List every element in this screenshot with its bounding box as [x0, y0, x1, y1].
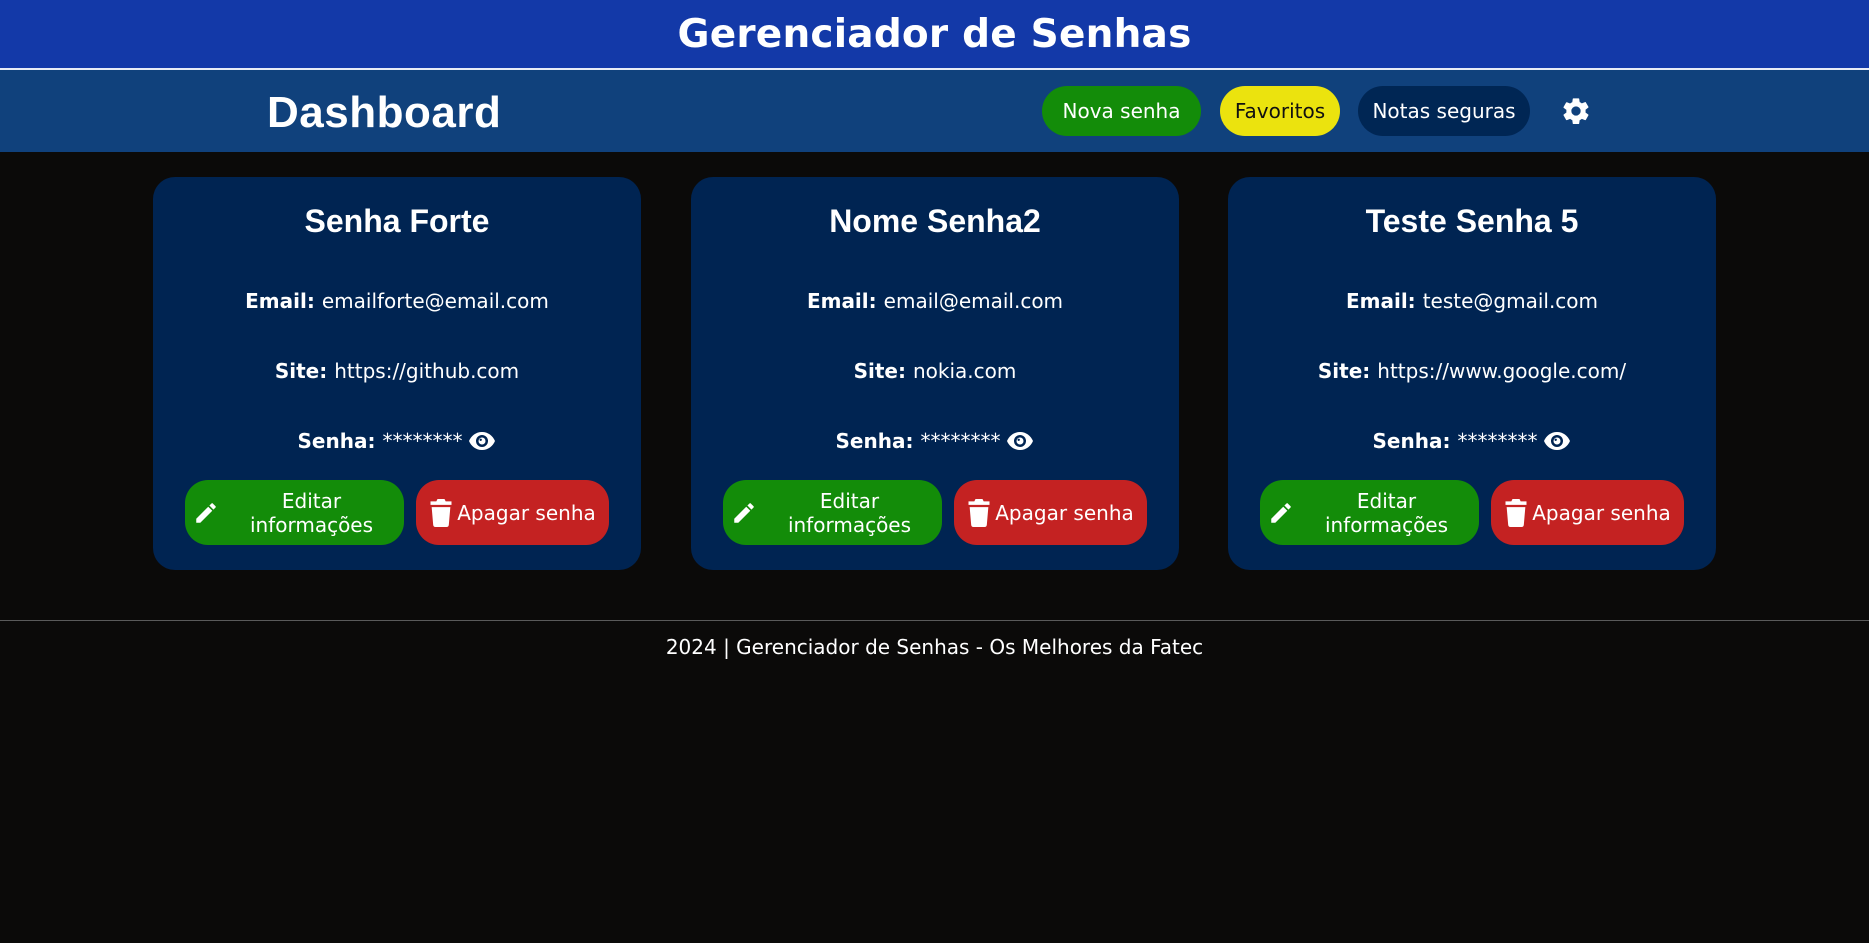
edit-button[interactable]: Editar informações — [723, 480, 942, 545]
edit-button-label: Editar informações — [1324, 488, 1449, 537]
card-title: Teste Senha 5 — [1365, 203, 1579, 239]
trash-icon — [1505, 498, 1527, 527]
email-row: Email: email@email.com — [691, 289, 1179, 313]
site-label: Site: — [853, 359, 906, 383]
delete-button[interactable]: Apagar senha — [416, 480, 609, 545]
pencil-icon — [196, 502, 216, 523]
card-title: Nome Senha2 — [829, 203, 1041, 239]
senha-label: Senha: — [297, 429, 376, 453]
footer-text: 2024 | Gerenciador de Senhas - Os Melhor… — [665, 635, 1204, 659]
password-card: Nome Senha2 Email: email@email.com Site:… — [691, 177, 1179, 570]
email-label: Email: — [245, 289, 315, 313]
eye-icon[interactable] — [468, 431, 496, 451]
pencil-icon — [734, 502, 754, 523]
edit-button[interactable]: Editar informações — [185, 480, 404, 545]
senha-value: ******** — [1457, 429, 1538, 453]
notas-seguras-button[interactable]: Notas seguras — [1358, 86, 1530, 136]
delete-button[interactable]: Apagar senha — [954, 480, 1147, 545]
email-value: teste@gmail.com — [1422, 289, 1599, 313]
email-value: emailforte@email.com — [321, 289, 549, 313]
eye-icon[interactable] — [1006, 431, 1034, 451]
settings-button[interactable] — [1558, 86, 1594, 136]
senha-row: Senha: ******** — [153, 429, 641, 453]
pencil-icon — [1271, 502, 1291, 523]
delete-button[interactable]: Apagar senha — [1491, 480, 1684, 545]
nav-bar: Dashboard Nova senha Favoritos Notas seg… — [0, 70, 1869, 152]
app-title: Gerenciador de Senhas — [677, 11, 1192, 57]
site-label: Site: — [1317, 359, 1371, 383]
edit-button[interactable]: Editar informações — [1260, 480, 1479, 545]
nova-senha-button[interactable]: Nova senha — [1042, 86, 1201, 136]
senha-label: Senha: — [1372, 429, 1451, 453]
favoritos-button[interactable]: Favoritos — [1220, 86, 1340, 136]
email-label: Email: — [806, 289, 877, 313]
footer: 2024 | Gerenciador de Senhas - Os Melhor… — [0, 620, 1869, 659]
edit-button-label: Editar informações — [249, 488, 374, 537]
password-card: Senha Forte Email: emailforte@email.com … — [153, 177, 641, 570]
page-title: Dashboard — [267, 88, 502, 137]
password-cards: Senha Forte Email: emailforte@email.com … — [0, 177, 1869, 570]
email-row: Email: emailforte@email.com — [153, 289, 641, 313]
email-label: Email: — [1345, 289, 1416, 313]
site-row: Site: https://www.google.com/ — [1228, 359, 1716, 383]
senha-value: ******** — [382, 429, 463, 453]
email-value: email@email.com — [883, 289, 1064, 313]
senha-label: Senha: — [835, 429, 914, 453]
eye-icon[interactable] — [1543, 431, 1571, 451]
senha-row: Senha: ******** — [691, 429, 1179, 453]
site-value: https://github.com — [334, 359, 520, 383]
site-value: nokia.com — [913, 359, 1017, 383]
senha-value: ******** — [920, 429, 1001, 453]
card-title: Senha Forte — [304, 203, 490, 239]
email-row: Email: teste@gmail.com — [1228, 289, 1716, 313]
site-value: https://www.google.com/ — [1377, 359, 1627, 383]
gear-icon — [1563, 98, 1589, 125]
site-row: Site: nokia.com — [691, 359, 1179, 383]
app-header: Gerenciador de Senhas — [0, 0, 1869, 70]
trash-icon — [968, 498, 990, 527]
site-row: Site: https://github.com — [153, 359, 641, 383]
senha-row: Senha: ******** — [1228, 429, 1716, 453]
delete-button-label: Apagar senha — [457, 500, 596, 525]
edit-button-label: Editar informações — [787, 488, 912, 537]
password-card: Teste Senha 5 Email: teste@gmail.com Sit… — [1228, 177, 1716, 570]
delete-button-label: Apagar senha — [1532, 500, 1671, 525]
site-label: Site: — [274, 359, 328, 383]
delete-button-label: Apagar senha — [995, 500, 1134, 525]
trash-icon — [430, 498, 452, 527]
